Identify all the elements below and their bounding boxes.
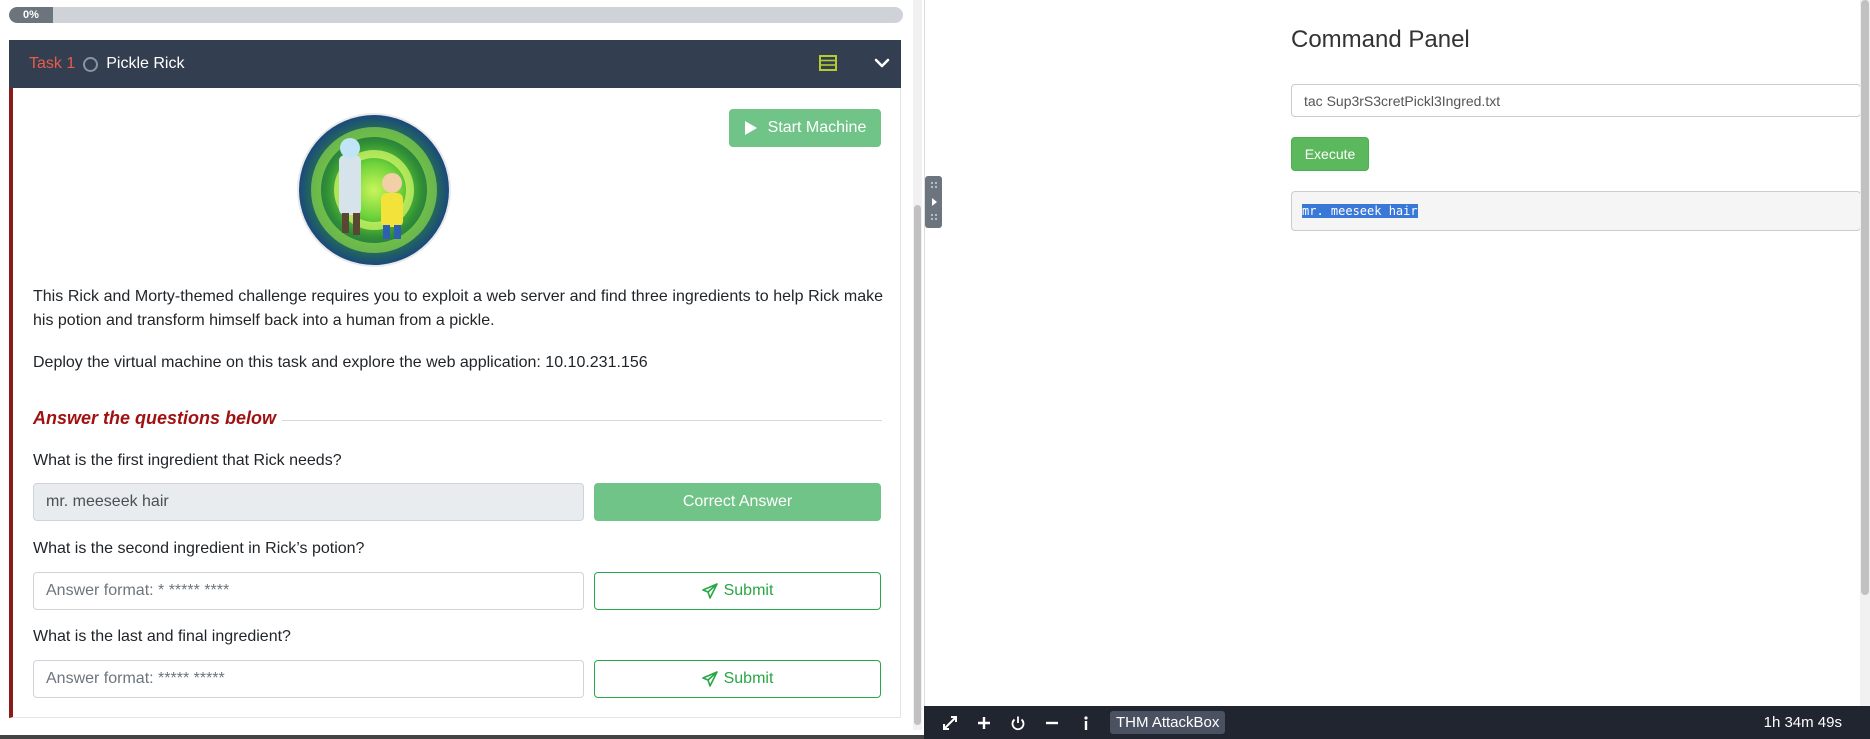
task-image: [299, 115, 449, 265]
send-icon: [701, 583, 718, 599]
fullscreen-icon[interactable]: [942, 715, 958, 731]
split-handle[interactable]: [925, 176, 942, 228]
task-number: Task 1: [29, 55, 76, 72]
question-label: What is the first ingredient that Rick n…: [33, 452, 342, 469]
submit-label: Submit: [723, 582, 774, 599]
command-panel-title: Command Panel: [1291, 26, 1470, 53]
question-label: What is the last and final ingredient?: [33, 628, 291, 645]
notes-icon[interactable]: [819, 55, 837, 71]
questions-heading: Answer the questions below: [33, 408, 277, 428]
session-timer: 1h 34m 49s: [1763, 714, 1842, 731]
send-icon: [701, 671, 718, 687]
scrollbar-thumb[interactable]: [1861, 0, 1869, 595]
command-output-text: mr. meeseek hair: [1302, 204, 1418, 218]
grip-icon: [930, 214, 937, 220]
submit-button[interactable]: Submit: [594, 660, 881, 698]
scrollbar[interactable]: [1860, 0, 1870, 706]
task-deploy-note: Deploy the virtual machine on this task …: [33, 354, 648, 371]
info-icon[interactable]: [1078, 715, 1094, 731]
attackbox-toolbar: THM AttackBox 1h 34m 49s: [924, 706, 1870, 739]
progress-label: 0%: [23, 9, 39, 21]
progress-fill: 0%: [9, 7, 53, 23]
divider: [0, 735, 924, 739]
command-output: mr. meeseek hair: [1291, 191, 1861, 231]
answer-field: mr. meeseek hair: [33, 483, 584, 521]
question-label: What is the second ingredient in Rick’s …: [33, 540, 365, 557]
scrollbar[interactable]: [913, 0, 922, 730]
start-machine-label: Start Machine: [767, 119, 867, 136]
execute-button[interactable]: Execute: [1291, 137, 1369, 171]
play-icon: [744, 121, 757, 135]
task-description: This Rick and Morty-themed challenge req…: [33, 288, 883, 329]
submit-button[interactable]: Submit: [594, 572, 881, 610]
grip-icon: [930, 182, 937, 188]
submit-label: Submit: [723, 670, 774, 687]
task-content: [9, 88, 901, 718]
progress-bar: 0%: [9, 7, 903, 23]
power-icon[interactable]: [1010, 715, 1026, 731]
command-input[interactable]: tac Sup3rS3cretPickl3Ingred.txt: [1291, 84, 1861, 117]
task-status-icon: [83, 56, 99, 72]
task-header[interactable]: Task 1 Pickle Rick: [9, 40, 901, 88]
start-machine-button[interactable]: Start Machine: [729, 109, 881, 147]
chevron-down-icon[interactable]: [873, 54, 891, 72]
plus-icon[interactable]: [976, 715, 992, 731]
scrollbar-thumb[interactable]: [914, 205, 921, 725]
attackbox-label[interactable]: THM AttackBox: [1110, 711, 1226, 734]
arrow-right-icon: [931, 198, 937, 206]
task-panel: 0% Task 1 Pickle Rick Start Machine This…: [0, 0, 922, 739]
answer-field[interactable]: Answer format: ***** *****: [33, 660, 584, 698]
task-title: Pickle Rick: [106, 55, 185, 72]
minus-icon[interactable]: [1044, 715, 1060, 731]
correct-answer-button: Correct Answer: [594, 483, 881, 521]
answer-field[interactable]: Answer format: * ***** ****: [33, 572, 584, 610]
divider: [282, 420, 882, 421]
